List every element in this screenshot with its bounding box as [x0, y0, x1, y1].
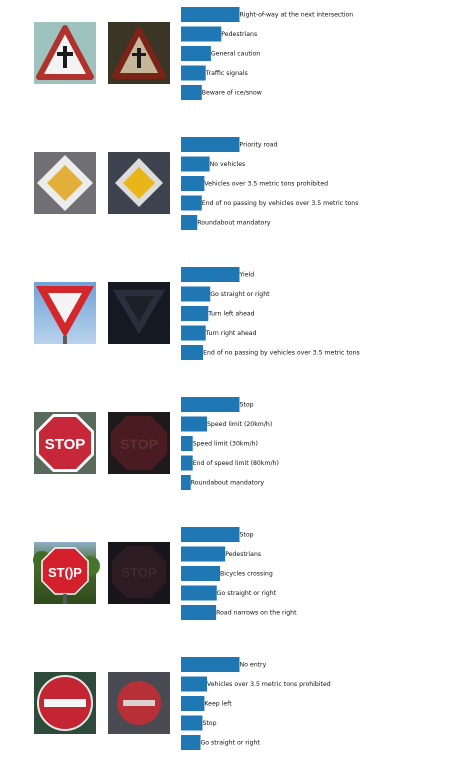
- bar: [181, 696, 205, 711]
- bar: [181, 195, 202, 211]
- bar-label: End of speed limit (80km/h): [193, 460, 279, 467]
- bar: [181, 345, 204, 360]
- bar: [181, 397, 240, 412]
- bar-label: Priority road: [240, 142, 278, 149]
- bar: [181, 137, 240, 152]
- warning-triangle-crossroad-icon: [34, 22, 96, 84]
- row-6-images: [34, 672, 170, 734]
- priority-road-diamond-dark-icon: [108, 152, 170, 214]
- bar: [181, 585, 217, 601]
- bar-label: Stop: [240, 402, 254, 409]
- bar-label: Turn right ahead: [205, 330, 257, 337]
- row-3-images: [34, 282, 170, 344]
- bar-label: Stop: [240, 532, 254, 539]
- bar-label: Go straight or right: [210, 291, 270, 298]
- bar: [181, 546, 226, 562]
- bar-label: No vehicles: [210, 161, 246, 168]
- bar-label: Vehicles over 3.5 metric tons prohibited: [204, 181, 328, 188]
- bar-label: Turn left ahead: [207, 311, 254, 318]
- bar: [181, 527, 240, 542]
- bar: [181, 416, 207, 432]
- bar: [181, 306, 209, 321]
- bar: [181, 475, 191, 490]
- stop-sign-dark-icon: STOP: [108, 412, 170, 474]
- bar: [181, 325, 206, 341]
- bar-label: Keep left: [204, 701, 232, 708]
- figure-canvas: STOP STOP ST()P STOP Right-of-way at the…: [33, 7, 360, 750]
- svg-text:ST()P: ST()P: [48, 565, 82, 580]
- bar: [181, 26, 222, 42]
- bar: [181, 605, 217, 620]
- stop-sign-icon: STOP: [34, 412, 96, 474]
- bar-label: Pedestrians: [221, 31, 257, 38]
- bar: [181, 46, 211, 61]
- bar-label: Roundabout mandatory: [197, 220, 271, 227]
- bar-label: End of no passing by vehicles over 3.5 m…: [203, 350, 360, 357]
- bar-label: General caution: [211, 51, 260, 58]
- row-4-images: STOP STOP: [34, 412, 170, 474]
- bar-label: Pedestrians: [225, 551, 261, 558]
- svg-text:STOP: STOP: [45, 436, 86, 453]
- bar-label: End of no passing by vehicles over 3.5 m…: [202, 200, 359, 207]
- row-2-images: [34, 152, 170, 214]
- bar-label: Beware of ice/snow: [202, 90, 262, 97]
- bar: [181, 676, 207, 692]
- priority-road-diamond-icon: [34, 152, 96, 214]
- bar-label: Speed limit (20km/h): [207, 421, 272, 428]
- bar-chart-5: Stop Pedestrians Bicycles crossing Go strai…: [181, 527, 297, 620]
- bar-label: Yield: [239, 272, 255, 279]
- row-5-images: ST()P STOP: [33, 542, 170, 604]
- bar-chart-2: Priority road No vehicles Vehicles over 3.…: [181, 137, 358, 230]
- svg-text:STOP: STOP: [120, 436, 158, 452]
- bar-label: Bicycles crossing: [220, 571, 273, 578]
- bar: [181, 286, 211, 302]
- dark-warning-triangle-icon: [108, 22, 170, 84]
- bar-chart-1: Right-of-way at the next intersection Ped…: [181, 7, 353, 100]
- yield-sign-dark-icon: [108, 282, 170, 344]
- bar-label: Go straight or right: [217, 590, 277, 597]
- bar: [181, 566, 220, 581]
- row-1-images: [34, 22, 170, 84]
- bar-label: Vehicles over 3.5 metric tons prohibited: [207, 681, 331, 688]
- bar: [181, 65, 206, 81]
- bar-label: Right-of-way at the next intersection: [240, 12, 354, 19]
- svg-text:STOP: STOP: [121, 565, 156, 580]
- bar-charts: Right-of-way at the next intersection Ped…: [181, 7, 360, 750]
- bar-label: Road narrows on the right: [216, 610, 297, 617]
- bar: [181, 7, 240, 22]
- stop-sign-dark-icon: STOP: [108, 542, 170, 604]
- bar-label: Speed limit (30km/h): [193, 441, 258, 448]
- bar: [181, 267, 240, 282]
- bar: [181, 715, 203, 731]
- bar-chart-3: Yield Go straight or right Turn left ahead…: [181, 267, 360, 360]
- bar-label: Go straight or right: [201, 740, 261, 747]
- yield-sign-icon: [34, 282, 96, 344]
- bar-label: Traffic signals: [205, 70, 248, 77]
- bar-label: No entry: [240, 662, 267, 669]
- bar: [181, 735, 201, 750]
- bar: [181, 657, 240, 672]
- bar: [181, 436, 193, 451]
- stop-sign-trees-icon: ST()P: [33, 542, 100, 604]
- no-entry-sign-dark-icon: [108, 672, 170, 734]
- bar-label: Stop: [202, 720, 216, 727]
- bar: [181, 215, 198, 230]
- bar: [181, 455, 193, 471]
- bar-chart-6: No entry Vehicles over 3.5 metric tons pr…: [181, 657, 331, 750]
- bar: [181, 85, 202, 100]
- no-entry-sign-icon: [34, 672, 96, 734]
- bar: [181, 156, 210, 172]
- bar-label: Roundabout mandatory: [191, 480, 265, 487]
- bar: [181, 176, 205, 191]
- bar-chart-4: Stop Speed limit (20km/h) Speed limit (30k…: [181, 397, 279, 490]
